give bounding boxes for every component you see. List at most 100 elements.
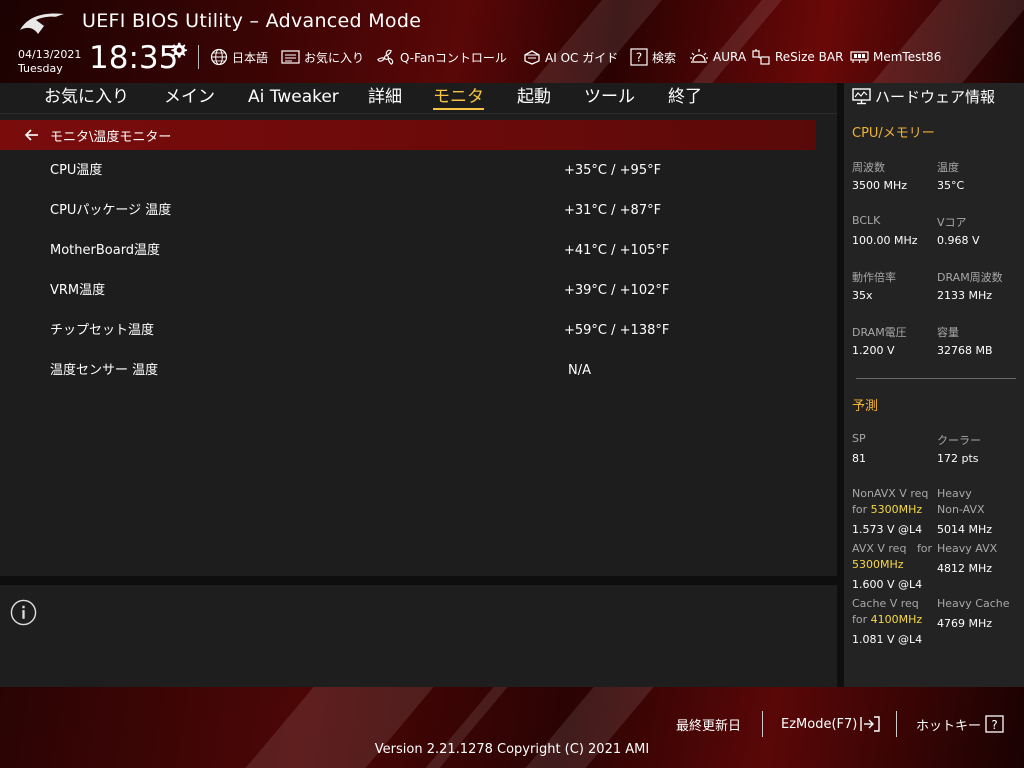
info-icon: [10, 599, 37, 626]
setting-row-sensor-temp[interactable]: 温度センサー 温度 N/A: [0, 351, 816, 391]
svg-text:?: ?: [636, 51, 642, 65]
row-label: CPU温度: [50, 163, 103, 178]
svg-text:?: ?: [991, 718, 997, 732]
divider: [0, 576, 837, 584]
back-arrow-icon[interactable]: [24, 127, 40, 143]
row-value: N/A: [568, 363, 591, 378]
favorites-button[interactable]: お気に入り: [281, 47, 364, 67]
avx-freq: 5300MHz: [852, 558, 904, 571]
resize-bar-button[interactable]: ReSize BAR: [752, 47, 843, 67]
cooler-value: 172 pts: [937, 452, 979, 465]
monitor-icon: [852, 87, 871, 104]
cache-vreq-for-label: for 4100MHz: [852, 613, 922, 626]
qfan-control-button[interactable]: Q-Fanコントロール: [377, 47, 507, 67]
search-label: 検索: [652, 50, 677, 65]
nonavx-vreq-value: 1.573 V @L4: [852, 523, 923, 536]
setting-row-motherboard-temp[interactable]: MotherBoard温度 +41°C / +105°F: [0, 231, 816, 271]
app-title: UEFI BIOS Utility – Advanced Mode: [82, 10, 422, 32]
tab-favorites[interactable]: お気に入り: [44, 83, 129, 112]
tab-advanced[interactable]: 詳細: [368, 83, 402, 112]
ezmode-label: EzMode(F7): [781, 716, 858, 732]
temperature-value: 35°C: [937, 179, 965, 192]
frequency-label: 周波数: [852, 161, 885, 174]
resize-bar-icon: [752, 49, 770, 65]
ezmode-button[interactable]: EzMode(F7): [781, 714, 881, 734]
temperature-label: 温度: [937, 161, 959, 174]
qfan-label: Q-Fanコントロール: [400, 50, 507, 65]
gear-icon[interactable]: [170, 41, 188, 59]
tab-monitor[interactable]: モニタ: [433, 83, 484, 112]
heavy-cache-label: Heavy Cache: [937, 597, 1010, 610]
nonavx-vreq-for-label: for 5300MHz: [852, 503, 922, 516]
for-text: for: [916, 542, 933, 555]
ratio-value: 35x: [852, 289, 873, 302]
breadcrumb-label: モニタ\温度モニター: [50, 129, 172, 145]
header-decoration: [669, 0, 791, 83]
footer-separator: [896, 711, 897, 737]
hotkeys-button[interactable]: ホットキー ?: [916, 714, 1005, 734]
hw-monitor-title: ハードウェア情報: [852, 85, 995, 107]
setting-row-cpu-temp[interactable]: CPU温度 +35°C / +95°F: [0, 151, 816, 191]
row-value: +39°C / +102°F: [564, 283, 670, 298]
prediction-section-title: 予測: [852, 399, 879, 414]
language-button[interactable]: 日本語: [210, 47, 268, 67]
header-bar: UEFI BIOS Utility – Advanced Mode 04/13/…: [0, 0, 1024, 83]
header-decoration: [849, 0, 1024, 83]
cpu-memory-section-title: CPU/メモリー: [852, 126, 935, 141]
cache-freq: 4100MHz: [870, 613, 923, 626]
fan-icon: [377, 49, 394, 65]
row-value: +35°C / +95°F: [564, 163, 662, 178]
cooler-label: クーラー: [937, 434, 981, 447]
frequency-value: 3500 MHz: [852, 179, 908, 192]
memory-icon: [850, 51, 869, 63]
dram-frequency-value: 2133 MHz: [937, 289, 993, 302]
footer-bar: 最終更新日 EzMode(F7) ホットキー ? Version 2.21.12…: [0, 687, 1024, 768]
date-display: 04/13/2021: [18, 48, 82, 61]
ai-oc-guide-label: AI OC ガイド: [545, 50, 619, 65]
ai-oc-guide-button[interactable]: AI OC ガイド: [523, 47, 618, 67]
aura-icon: [690, 49, 708, 63]
aura-button[interactable]: AURA: [689, 47, 746, 67]
tab-exit[interactable]: 終了: [668, 83, 702, 112]
nonavx-freq: 5300MHz: [870, 503, 923, 516]
avx-vreq-value: 1.600 V @L4: [852, 578, 923, 591]
setting-row-chipset-temp[interactable]: チップセット温度 +59°C / +138°F: [0, 311, 816, 351]
heavy-cache-value: 4769 MHz: [937, 617, 993, 630]
search-button[interactable]: ? 検索: [630, 47, 676, 67]
row-label: 温度センサー 温度: [50, 363, 159, 378]
row-label: CPUパッケージ 温度: [50, 203, 172, 218]
dram-voltage-value: 1.200 V: [852, 344, 895, 357]
dram-voltage-label: DRAM電圧: [852, 326, 907, 339]
tab-boot[interactable]: 起動: [517, 83, 551, 112]
last-modified-button[interactable]: 最終更新日: [676, 714, 741, 734]
row-value: +59°C / +138°F: [564, 323, 670, 338]
clock-display: 18:35: [89, 40, 179, 76]
row-value: +31°C / +87°F: [564, 203, 662, 218]
breadcrumb[interactable]: モニタ\温度モニター: [0, 120, 816, 150]
cache-vreq-value: 1.081 V @L4: [852, 633, 923, 646]
main-tab-bar: お気に入り メイン Ai Tweaker 詳細 モニタ 起動 ツール 終了: [0, 83, 837, 114]
setting-row-vrm-temp[interactable]: VRM温度 +39°C / +102°F: [0, 271, 816, 311]
hw-separator: [856, 378, 1016, 379]
row-label: VRM温度: [50, 283, 106, 298]
resize-bar-label: ReSize BAR: [775, 50, 844, 64]
ezmode-exit-icon: [860, 716, 881, 732]
row-value: +41°C / +105°F: [564, 243, 670, 258]
bclk-label: BCLK: [852, 214, 881, 227]
setting-row-cpu-package-temp[interactable]: CPUパッケージ 温度 +31°C / +87°F: [0, 191, 816, 231]
memtest-button[interactable]: MemTest86: [850, 47, 941, 67]
heavy-nonavx-label-2: Non-AVX: [937, 503, 985, 516]
sp-value: 81: [852, 452, 866, 465]
heavy-nonavx-value: 5014 MHz: [937, 523, 993, 536]
tab-main[interactable]: メイン: [164, 83, 215, 112]
sp-label: SP: [852, 432, 866, 445]
tab-ai-tweaker[interactable]: Ai Tweaker: [248, 83, 339, 112]
footer-separator: [762, 711, 763, 737]
content-panel: モニタ\温度モニター CPU温度 +35°C / +95°F CPUパッケージ …: [0, 114, 837, 576]
hardware-monitor-panel: ハードウェア情報 CPU/メモリー 周波数 3500 MHz 温度 35°C B…: [837, 83, 1024, 687]
header-decoration: [509, 0, 671, 83]
row-label: チップセット温度: [50, 323, 155, 338]
heavy-avx-label: Heavy AVX: [937, 542, 998, 555]
tab-tool[interactable]: ツール: [584, 83, 635, 112]
heavy-nonavx-label: Heavy: [937, 487, 972, 500]
